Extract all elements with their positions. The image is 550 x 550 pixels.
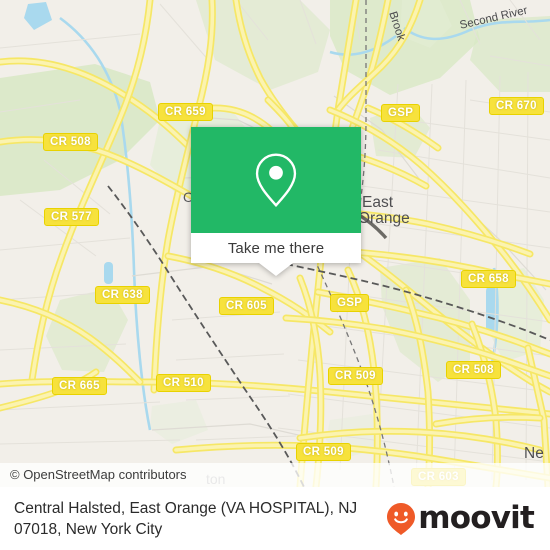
footer-bar: Central Halsted, East Orange (VA HOSPITA…: [0, 487, 550, 550]
moovit-logo[interactable]: moovit: [386, 500, 535, 536]
moovit-map-screen: .rd { stroke:#f6e04d; stroke-linecap:rou…: [0, 0, 550, 550]
location-title-line-2: 07018, New York City: [14, 520, 163, 538]
road-shield-cr658: CR 658: [461, 270, 516, 288]
osm-attribution-text: © OpenStreetMap contributors: [10, 467, 187, 482]
road-shield-gsp-central: GSP: [330, 294, 370, 312]
take-me-there-label: Take me there: [227, 239, 325, 257]
take-me-there-button[interactable]: Take me there: [191, 233, 361, 263]
road-shield-cr670: CR 670: [489, 97, 544, 115]
osm-attribution[interactable]: © OpenStreetMap contributors: [0, 463, 550, 487]
location-popup-card[interactable]: Take me there: [191, 127, 361, 276]
road-shield-cr508-west: CR 508: [43, 133, 98, 151]
popup-marker-area: [191, 127, 361, 233]
road-shield-gsp-north: GSP: [381, 104, 421, 122]
map-pin-icon: [255, 153, 297, 208]
map-canvas[interactable]: .rd { stroke:#f6e04d; stroke-linecap:rou…: [0, 0, 550, 487]
road-shield-cr638: CR 638: [95, 286, 150, 304]
road-shield-cr659: CR 659: [158, 103, 213, 121]
road-shield-cr665: CR 665: [52, 377, 107, 395]
road-shield-cr508-east: CR 508: [446, 361, 501, 379]
location-title: Central Halsted, East Orange (VA HOSPITA…: [14, 498, 357, 540]
popup-tail: [259, 263, 293, 276]
moovit-pin-smile-icon: [387, 502, 416, 535]
road-shield-cr509-north: CR 509: [328, 367, 383, 385]
moovit-wordmark: moovit: [418, 500, 535, 536]
road-shield-cr509-south: CR 509: [296, 443, 351, 461]
road-shield-cr605: CR 605: [219, 297, 274, 315]
road-shield-cr510: CR 510: [156, 374, 211, 392]
road-shield-cr577: CR 577: [44, 208, 99, 226]
location-title-line-1: Central Halsted, East Orange (VA HOSPITA…: [14, 499, 358, 517]
